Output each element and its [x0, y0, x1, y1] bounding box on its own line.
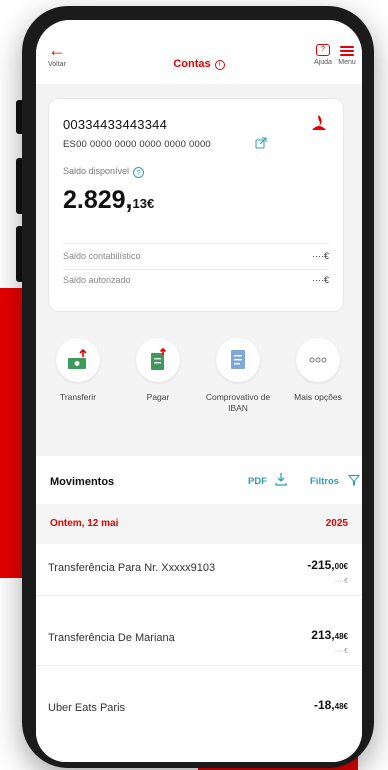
divider [63, 269, 329, 270]
transaction-amount: -215,00€ [307, 558, 348, 572]
authorized-balance-value: ····€ [312, 275, 329, 285]
hamburger-menu-icon [340, 46, 354, 56]
amount-integer: 213, [311, 628, 335, 642]
divider [36, 595, 362, 596]
balance-integer: 2.829, [63, 186, 133, 214]
transaction-amount: -18,48€ [314, 698, 348, 712]
more-dots-icon [309, 357, 327, 363]
action-iban-proof[interactable]: Comprovativo de IBAN [200, 338, 276, 414]
account-number: 00334433443344 [63, 117, 168, 132]
pay-bill-icon [151, 347, 167, 370]
action-more-options[interactable]: Mais opções [280, 338, 356, 403]
money-transfer-icon [68, 348, 87, 369]
quick-actions: Transferir Pagar Comprovativo de IBAN Ma… [36, 338, 362, 448]
document-icon [231, 350, 245, 369]
stage: ← Voltar Contas i ? Ajuda Menu 0033443344… [0, 0, 388, 770]
year-label: 2025 [325, 518, 348, 529]
movements-title: Movimentos [50, 476, 115, 488]
amount-decimal: 48€ [334, 702, 348, 711]
app-screen: ← Voltar Contas i ? Ajuda Menu 0033443344… [36, 20, 362, 762]
account-card[interactable]: 00334433443344 ES00 0000 0000 0000 0000 … [48, 98, 344, 312]
menu-label: Menu [338, 59, 356, 66]
copy-external-icon[interactable] [255, 137, 267, 149]
action-label: Transferir [59, 392, 97, 402]
accounting-balance-label: Saldo contabilístico [63, 251, 141, 261]
transaction-description: Transferência De Mariana [48, 632, 175, 644]
pay-icon-circle [136, 338, 180, 382]
help-chat-icon: ? [316, 44, 330, 56]
action-label: Pagar [146, 392, 170, 402]
list-item[interactable]: Transferência De Mariana 213,48€ ····€ [36, 618, 362, 666]
available-balance-text: Saldo disponível [63, 166, 130, 176]
filter-icon[interactable] [348, 474, 360, 486]
divider [36, 665, 362, 666]
list-item[interactable]: Transferência Para Nr. Xxxxx9103 -215,00… [36, 548, 362, 596]
amount-decimal: 48€ [334, 632, 348, 641]
transaction-description: Transferência Para Nr. Xxxxx9103 [48, 562, 216, 574]
transaction-balance: ····€ [334, 578, 348, 585]
info-icon[interactable]: i [214, 60, 225, 70]
available-balance: 2.829,13€ [63, 186, 154, 215]
amount-decimal: 00€ [334, 562, 348, 571]
more-icon-circle [296, 338, 340, 382]
date-group-header: Ontem, 12 mai 2025 [36, 504, 362, 544]
authorized-balance-label: Saldo autorizado [63, 275, 131, 285]
available-balance-label: Saldo disponível? [63, 166, 145, 178]
download-icon[interactable] [274, 472, 288, 486]
balance-decimal: 13€ [132, 196, 155, 211]
menu-button[interactable]: Menu [332, 44, 362, 66]
movements-section: Movimentos PDF Filtros Ontem, 12 mai 202… [36, 456, 362, 762]
date-label: Ontem, 12 mai [50, 518, 119, 529]
accounting-balance-value: ····€ [312, 251, 329, 261]
transfer-icon-circle [56, 338, 100, 382]
divider [63, 243, 329, 244]
action-pay[interactable]: Pagar [120, 338, 196, 403]
action-label: Comprovativo de IBAN [205, 392, 271, 413]
amount-integer: -215, [307, 558, 335, 572]
action-label: Mais opções [294, 392, 342, 402]
bank-logo-icon [312, 115, 326, 130]
app-header: ← Voltar Contas i ? Ajuda Menu [36, 20, 362, 84]
page-title: Contas [173, 58, 211, 70]
transaction-amount: 213,48€ [311, 628, 348, 642]
transaction-balance: ····€ [334, 648, 348, 655]
amount-integer: -18, [313, 698, 335, 712]
transaction-description: Uber Eats Paris [48, 702, 126, 714]
iban: ES00 0000 0000 0000 0000 0000 [63, 139, 211, 150]
list-item[interactable]: Uber Eats Paris -18,48€ [36, 688, 362, 736]
iban-icon-circle [216, 338, 260, 382]
pdf-button[interactable]: PDF [248, 476, 267, 487]
filters-button[interactable]: Filtros [310, 476, 339, 487]
question-icon[interactable]: ? [133, 167, 145, 178]
action-transfer[interactable]: Transferir [40, 338, 116, 403]
